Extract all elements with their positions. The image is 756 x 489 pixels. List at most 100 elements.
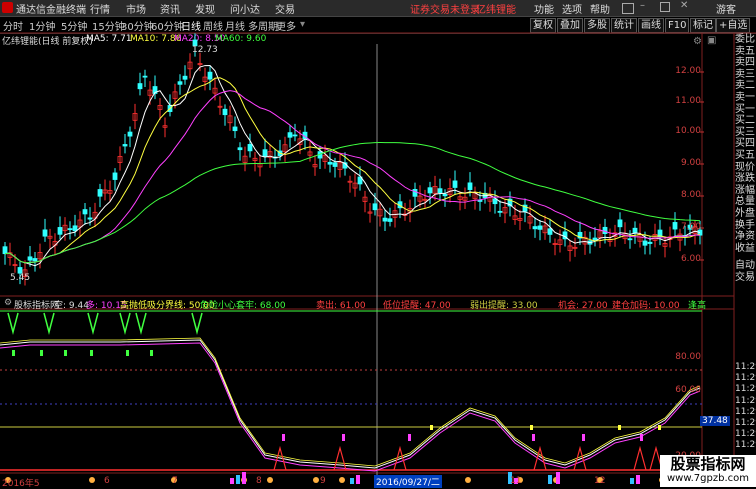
candle-body (207, 71, 213, 80)
candle-body (467, 182, 473, 190)
sell-signal-mark (87, 312, 99, 335)
magenta-marker (342, 434, 345, 441)
candle-body (537, 225, 543, 230)
quote-label: 委比 (735, 34, 755, 45)
green-marker (64, 350, 67, 356)
ma5-line (4, 65, 701, 267)
x-label-8: 8 (256, 476, 262, 486)
sell-signal-mark (191, 312, 203, 335)
candle-body (602, 226, 608, 234)
kline-chart[interactable] (0, 0, 756, 487)
candle-body (122, 144, 128, 147)
green-marker (150, 350, 153, 356)
x-label-12: 12 (594, 476, 606, 486)
candle-body (182, 75, 188, 80)
ind-weixian: 危险小心套牢: 68.00 (200, 301, 286, 311)
ind-tick-80: 80.00 (675, 352, 701, 362)
osc-line-signal (0, 337, 701, 467)
volume-marker (630, 478, 634, 484)
candle-body (232, 126, 238, 132)
price-tick-12: 12.00 (675, 66, 701, 76)
candle-body (427, 187, 433, 194)
candle-body (87, 217, 93, 220)
candle-body (442, 193, 448, 197)
candle-body (437, 188, 443, 194)
hand-pointer-icon (313, 477, 319, 483)
watermark: 股票指标网 www.7gpzb.com (660, 455, 756, 487)
ind-ruochu: 弱出提醒: 33.00 (470, 301, 538, 311)
candle-body (642, 240, 648, 246)
hand-pointer-icon (267, 477, 273, 483)
x-label-11: 11 (510, 476, 522, 486)
candle-body (72, 225, 78, 232)
ind-diwei: 低位提醒: 47.00 (383, 301, 451, 311)
trade-label[interactable]: 交易 (735, 272, 756, 284)
volume-marker (230, 478, 234, 484)
green-marker (40, 350, 43, 356)
quote-label: 现价 (735, 161, 755, 173)
hand-pointer-icon (339, 477, 345, 483)
cursor-date: 2016/09/27/二 (374, 475, 442, 488)
candle-body (97, 189, 103, 197)
tick-time-list: 11:29 11:29 11:29 11:29 11:29 11:29 11:2… (735, 362, 756, 452)
quote-label: 换手 (735, 219, 755, 231)
tick-time: 11:29 (735, 406, 756, 417)
candle-body (632, 227, 638, 234)
price-tick-6: 6.00 (680, 254, 701, 264)
ind-fenggao: 逢高 (688, 301, 707, 311)
candle-body (57, 227, 63, 235)
hand-pointer-icon (465, 477, 471, 483)
magenta-marker (640, 434, 643, 441)
magenta-marker (282, 434, 285, 441)
tick-time: 11:29 (735, 373, 756, 384)
candle-body (222, 108, 228, 116)
yellow-marker (530, 425, 533, 430)
quote-label: 卖五 (735, 45, 755, 57)
buy-spike (333, 445, 347, 471)
volume-marker (236, 475, 240, 484)
ind-kong: 空: 9.44 (54, 301, 89, 311)
indicator-settings-icon[interactable]: ⚙ (4, 298, 12, 308)
x-label-9: 9 (320, 476, 326, 486)
volume-marker (242, 472, 246, 484)
volume-marker (636, 475, 640, 484)
ind-maichu: 卖出: 61.00 (316, 301, 366, 311)
tick-time: 11:29 (735, 395, 756, 406)
candle-body (142, 75, 148, 78)
candle-body (82, 209, 88, 215)
quote-label: 买五 (735, 149, 755, 161)
x-label-7: 7 (172, 476, 178, 486)
candle-body (617, 219, 623, 228)
indicator-name: 股标指标网 (14, 301, 60, 311)
hand-pointer-icon (89, 477, 95, 483)
quote-label: 卖四 (735, 57, 755, 69)
tick-time: 11:29 (735, 362, 756, 372)
yellow-marker (618, 425, 621, 430)
quote-label: 买一 (735, 103, 755, 115)
candle-body (32, 258, 38, 262)
candle-body (177, 81, 183, 85)
ma20-line (4, 90, 701, 264)
sell-signal-mark (135, 312, 147, 335)
price-tick-11: 11.00 (675, 96, 701, 106)
price-tick-7: 7.00 (680, 222, 701, 232)
candle-body (287, 132, 293, 138)
magenta-marker (532, 434, 535, 441)
candle-body (27, 256, 33, 261)
sell-signal-mark (7, 312, 19, 335)
ind-jiancang: 建仓加码: 10.00 (612, 301, 680, 311)
volume-marker (356, 475, 360, 484)
buy-spike (633, 445, 647, 471)
green-marker (90, 350, 93, 356)
quote-label: 卖二 (735, 80, 755, 92)
green-marker (126, 350, 129, 356)
quote-label: 涨跌 (735, 173, 755, 185)
quote-label: 买三 (735, 126, 755, 138)
quote-label: 买二 (735, 115, 755, 127)
candle-body (477, 199, 483, 202)
quote-label: 买四 (735, 138, 755, 150)
auto-trade-label[interactable]: 自动 (735, 260, 756, 272)
candle-body (137, 83, 143, 90)
quote-label: 卖三 (735, 68, 755, 80)
candle-body (67, 228, 73, 231)
